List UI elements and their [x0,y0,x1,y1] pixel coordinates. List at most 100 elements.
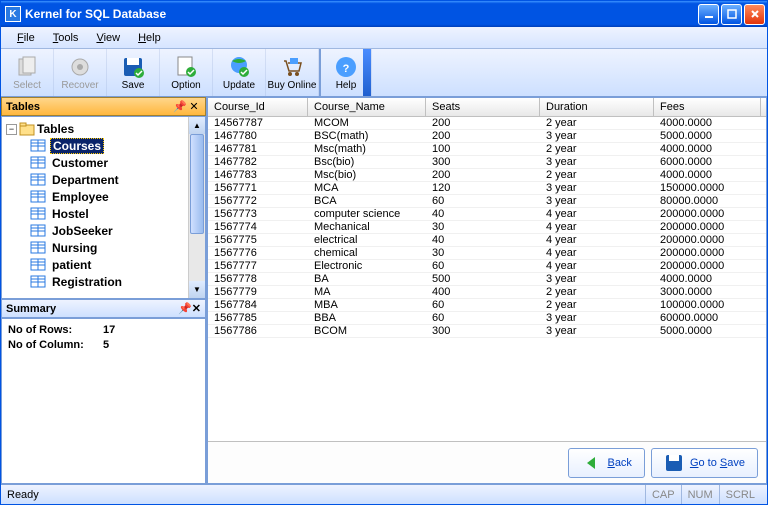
cell: 200000.0000 [654,260,761,272]
table-row[interactable]: 1467781Msc(math)1002 year4000.0000 [208,143,766,156]
help-button[interactable]: ? Help [319,49,372,96]
body-area: Tables 📌 ✕ − Tables Courses Customer Depar… [1,97,767,484]
menu-file[interactable]: File [9,30,43,46]
status-ready: Ready [7,489,39,501]
col-course-id[interactable]: Course_Id [208,98,308,116]
folder-icon [19,122,35,136]
cell: 200000.0000 [654,234,761,246]
tree-item-patient[interactable]: patient [4,256,186,273]
col-course-name[interactable]: Course_Name [308,98,426,116]
svg-text:?: ? [343,63,350,75]
cell: MA [308,286,426,298]
tree-item-hostel[interactable]: Hostel [4,205,186,222]
cell: 4 year [540,208,654,220]
table-row[interactable]: 1567779MA4002 year3000.0000 [208,286,766,299]
summary-body: No of Rows: 17 No of Column: 5 [1,318,206,484]
cell: 1567773 [208,208,308,220]
recover-button: Recover [54,49,107,96]
table-row[interactable]: 1567775electrical404 year200000.0000 [208,234,766,247]
cell: 3 year [540,130,654,142]
cell: 4000.0000 [654,143,761,155]
close-button[interactable] [744,4,765,25]
scroll-thumb[interactable] [190,134,204,234]
go-to-save-button[interactable]: Go to Save [651,448,758,478]
cell: 14567787 [208,117,308,129]
cell: 4 year [540,247,654,259]
cell: 60 [426,195,540,207]
option-button[interactable]: Option [160,49,213,96]
menu-view[interactable]: View [88,30,128,46]
col-seats[interactable]: Seats [426,98,540,116]
tree-item-employee[interactable]: Employee [4,188,186,205]
help-label: Help [336,80,357,91]
window-title: Kernel for SQL Database [25,7,698,21]
scroll-up-icon[interactable]: ▲ [189,117,205,134]
cell: MCOM [308,117,426,129]
cell: 1567771 [208,182,308,194]
table-row[interactable]: 1567786BCOM3003 year5000.0000 [208,325,766,338]
cell: 4 year [540,234,654,246]
cell: 3 year [540,195,654,207]
tree-item-jobseeker[interactable]: JobSeeker [4,222,186,239]
cell: 1467783 [208,169,308,181]
table-row[interactable]: 1567774Mechanical304 year200000.0000 [208,221,766,234]
cell: 3 year [540,312,654,324]
back-button[interactable]: Back [568,448,644,478]
tree-item-customer[interactable]: Customer [4,154,186,171]
cell: 1467780 [208,130,308,142]
tree-root-label: Tables [37,122,74,136]
table-row[interactable]: 1567771MCA1203 year150000.0000 [208,182,766,195]
table-icon [30,173,46,186]
tree-item-registration[interactable]: Registration [4,273,186,290]
cell: 200 [426,117,540,129]
table-row[interactable]: 1567784MBA602 year100000.0000 [208,299,766,312]
cell: 300 [426,156,540,168]
close-panel-icon[interactable]: ✕ [192,302,201,315]
help-icon: ? [334,55,358,79]
menu-tools[interactable]: Tools [45,30,87,46]
collapse-icon[interactable]: − [6,124,17,135]
col-fees[interactable]: Fees [654,98,761,116]
table-row[interactable]: 1567776chemical304 year200000.0000 [208,247,766,260]
cell: 200000.0000 [654,247,761,259]
cell: 6000.0000 [654,156,761,168]
table-row[interactable]: 1467782Bsc(bio)3003 year6000.0000 [208,156,766,169]
tree-item-label: Employee [50,190,111,204]
tree-root[interactable]: − Tables [4,121,186,137]
col-duration[interactable]: Duration [540,98,654,116]
buyonline-button[interactable]: Buy Online [266,49,319,96]
table-row[interactable]: 1467783Msc(bio)2002 year4000.0000 [208,169,766,182]
table-row[interactable]: 1567772BCA603 year80000.0000 [208,195,766,208]
tree-item-nursing[interactable]: Nursing [4,239,186,256]
table-row[interactable]: 1567777Electronic604 year200000.0000 [208,260,766,273]
pin-icon[interactable]: 📌 [178,302,192,315]
buyonline-label: Buy Online [268,80,317,91]
tree-item-courses[interactable]: Courses [4,137,186,154]
cell: 3 year [540,273,654,285]
tree-item-label: Customer [50,156,110,170]
cell: 1567776 [208,247,308,259]
cell: 60 [426,260,540,272]
table-row[interactable]: 1567773computer science404 year200000.00… [208,208,766,221]
table-row[interactable]: 1567778BA5003 year4000.0000 [208,273,766,286]
table-row[interactable]: 1467780BSC(math)2003 year5000.0000 [208,130,766,143]
maximize-button[interactable] [721,4,742,25]
tree-item-department[interactable]: Department [4,171,186,188]
menu-help[interactable]: Help [130,30,169,46]
cell: chemical [308,247,426,259]
save-button[interactable]: Save [107,49,160,96]
cell: 200000.0000 [654,221,761,233]
scroll-down-icon[interactable]: ▼ [189,281,205,298]
close-panel-icon[interactable]: ✕ [187,100,201,113]
table-row[interactable]: 14567787MCOM2002 year4000.0000 [208,117,766,130]
grid-body: 14567787MCOM2002 year4000.00001467780BSC… [208,117,766,441]
cart-icon [280,55,304,79]
titlebar[interactable]: K Kernel for SQL Database [1,1,767,27]
update-button[interactable]: Update [213,49,266,96]
cell: Bsc(bio) [308,156,426,168]
minimize-button[interactable] [698,4,719,25]
tree-scrollbar[interactable]: ▲ ▼ [188,117,205,298]
table-row[interactable]: 1567785BBA603 year60000.0000 [208,312,766,325]
tree-item-label: Department [50,173,121,187]
pin-icon[interactable]: 📌 [173,100,187,113]
